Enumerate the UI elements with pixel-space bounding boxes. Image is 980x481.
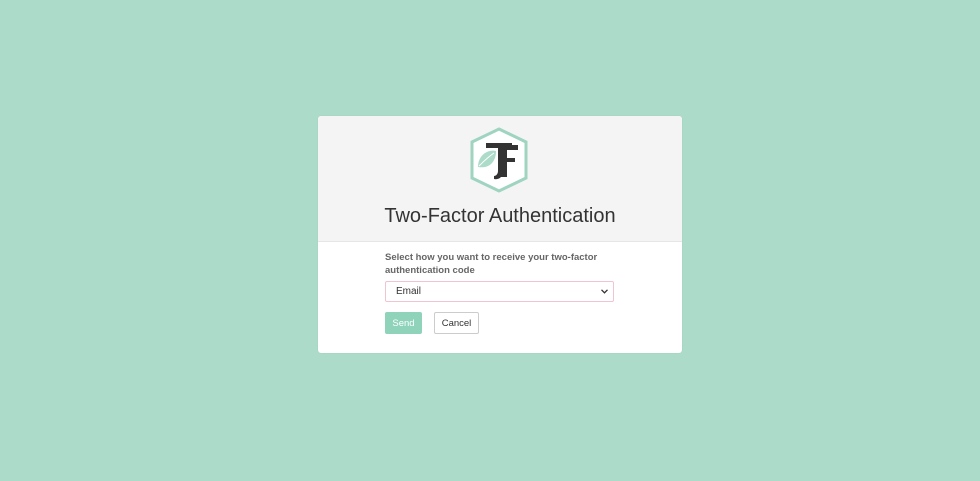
chevron-down-icon xyxy=(601,289,608,294)
form-actions: Send Cancel xyxy=(385,312,614,334)
two-factor-card: Two-Factor Authentication Select how you… xyxy=(318,116,682,353)
delivery-method-select[interactable]: Email xyxy=(385,281,614,302)
page-title: Two-Factor Authentication xyxy=(384,205,616,227)
tf-logo-icon xyxy=(470,127,528,193)
method-prompt-label: Select how you want to receive your two-… xyxy=(385,252,598,276)
delivery-method-value: Email xyxy=(396,286,422,297)
card-header: Two-Factor Authentication xyxy=(318,116,682,242)
send-button[interactable]: Send xyxy=(385,312,422,334)
cancel-button[interactable]: Cancel xyxy=(434,312,479,334)
two-factor-form: Select how you want to receive your two-… xyxy=(385,251,614,334)
